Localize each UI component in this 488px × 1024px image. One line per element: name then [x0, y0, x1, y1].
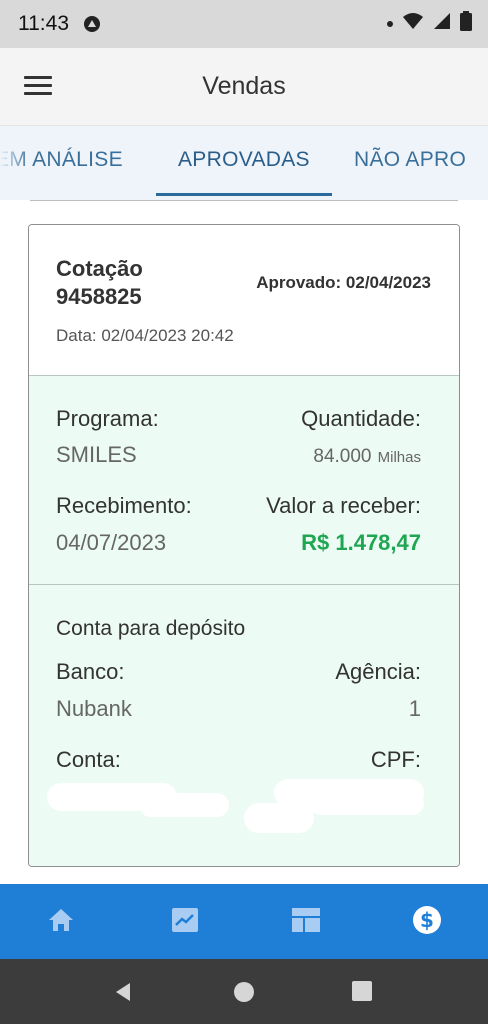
deposit-title: Conta para depósito [56, 617, 246, 640]
valor-label: Valor a receber: [266, 493, 421, 518]
bottom-navigation: $ [0, 884, 488, 959]
notification-dot-icon [387, 21, 393, 27]
programa-label: Programa: [56, 406, 159, 431]
tab-bar: EM ANÁLISE APROVADAS NÃO APRO [0, 126, 488, 200]
app-notification-icon [83, 15, 101, 33]
dollar-icon[interactable]: $ [412, 905, 442, 935]
quantidade-number: 84.000 [313, 446, 372, 467]
quantidade-value: 84.000 Milhas [313, 442, 421, 468]
quote-number: 9458825 [56, 284, 142, 309]
deposit-account-section: Conta para depósito Banco: Agência: Nuba… [29, 585, 459, 866]
home-button-icon[interactable] [233, 981, 255, 1008]
redacted-cpf-2 [309, 791, 424, 815]
cpf-label: CPF: [370, 747, 421, 772]
quote-title: Cotação 9458825 [56, 255, 143, 311]
agencia-value: 1 [408, 696, 421, 721]
quote-card[interactable]: Cotação 9458825 Aprovado: 02/04/2023 Dat… [28, 224, 460, 867]
page-title: Vendas [202, 72, 286, 100]
wifi-icon [402, 12, 424, 36]
agencia-label: Agência: [335, 659, 421, 684]
banco-value: Nubank [56, 696, 132, 721]
hamburger-menu-icon[interactable] [24, 76, 52, 98]
tab-aprovadas[interactable]: APROVADAS [178, 148, 310, 172]
tab-nao-aprovadas[interactable]: NÃO APRO [354, 148, 466, 172]
status-bar: 11:43 [0, 0, 488, 48]
approved-date: Aprovado: 02/04/2023 [256, 273, 431, 292]
signal-icon [433, 12, 451, 36]
dashboard-icon[interactable] [291, 905, 321, 935]
battery-icon [460, 11, 472, 37]
svg-text:$: $ [420, 908, 434, 932]
sale-details-section: Programa: Quantidade: SMILES 84.000 Milh… [29, 375, 459, 585]
tabs-scroll-fade [0, 126, 30, 200]
back-icon[interactable] [112, 981, 134, 1008]
recebimento-label: Recebimento: [56, 493, 192, 518]
quote-date: Data: 02/04/2023 20:42 [56, 326, 234, 345]
list-divider [30, 200, 458, 201]
valor-value: R$ 1.478,47 [301, 530, 421, 555]
programa-value: SMILES [56, 442, 137, 467]
status-indicators [387, 11, 472, 37]
chart-icon[interactable] [170, 905, 200, 935]
home-icon[interactable] [46, 905, 76, 935]
active-tab-indicator [156, 193, 332, 196]
banco-label: Banco: [56, 659, 125, 684]
quantidade-label: Quantidade: [301, 406, 421, 431]
app-bar: Vendas [0, 48, 488, 126]
conta-label: Conta: [56, 747, 121, 772]
status-time: 11:43 [18, 12, 69, 35]
quote-title-label: Cotação [56, 256, 143, 281]
quantidade-unit: Milhas [377, 449, 421, 466]
recents-icon[interactable] [352, 981, 372, 1006]
system-navigation-bar [0, 959, 488, 1024]
recebimento-value: 04/07/2023 [56, 530, 167, 555]
redacted-mark [244, 803, 314, 833]
card-header: Cotação 9458825 Aprovado: 02/04/2023 Dat… [29, 225, 459, 375]
redacted-conta-2 [139, 793, 229, 817]
